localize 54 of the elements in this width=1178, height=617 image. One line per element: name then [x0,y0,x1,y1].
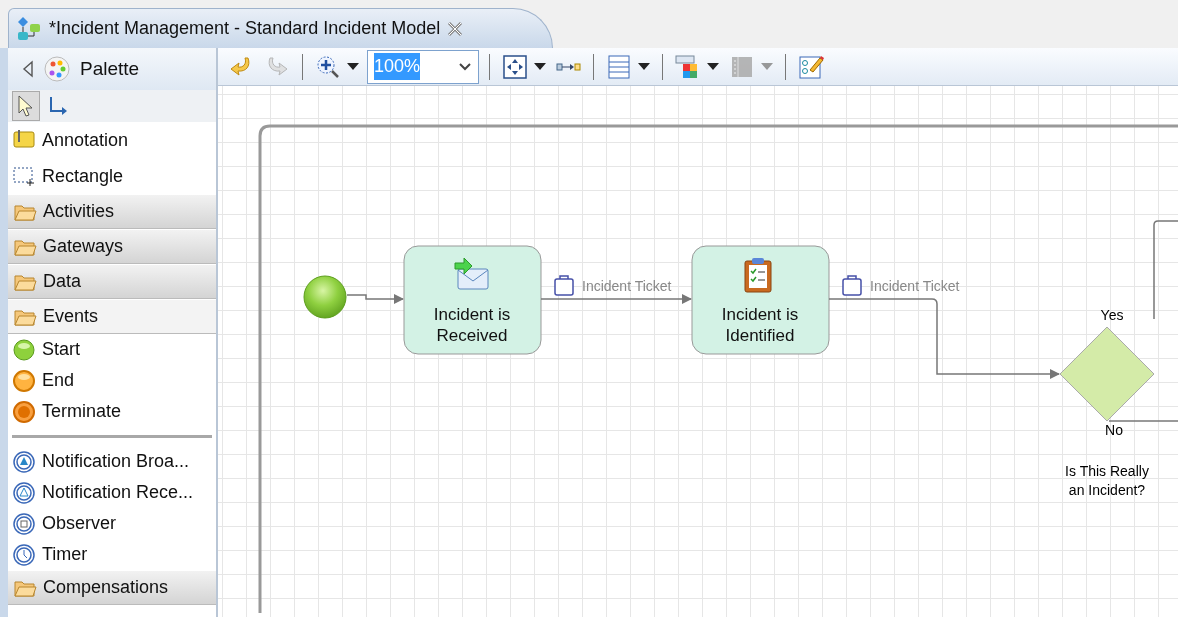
start-event[interactable] [303,275,347,319]
sequence-flow[interactable] [1153,220,1178,320]
sequence-flow[interactable] [346,294,404,304]
task-box[interactable] [403,245,542,355]
chevron-icon [458,61,472,72]
palette-drawer[interactable]: Compensations [8,570,216,605]
select-tool[interactable] [12,91,40,121]
fit-icon [502,53,528,80]
palette-drawer[interactable]: Gateways [8,229,216,264]
rectangle-icon [12,164,36,188]
item-label: Start [42,338,80,361]
zoom-in-icon [315,53,341,80]
terminate-event-icon [12,399,36,424]
diagram-icon [15,14,43,43]
gateway-name: Is This Really an Incident? [1065,463,1149,498]
clipboard-icon [744,258,772,293]
item-label: End [42,369,75,392]
data-object-icon [842,275,862,296]
item-label: Terminate [42,400,122,423]
receive-event-icon [12,480,36,505]
palette-icon [44,56,70,82]
data-label: Incident Ticket [870,278,960,294]
close-icon[interactable] [446,19,465,38]
palette-drawer[interactable]: Events [8,299,216,334]
item-label: Annotation [42,128,129,152]
palette-drawer[interactable]: Activities [8,194,216,229]
palette-drawer[interactable]: Data [8,264,216,299]
item-label: Observer [42,512,117,535]
connector-icon [556,60,581,73]
connector-arrow-icon [48,95,68,117]
start-event-icon [12,337,36,362]
broadcast-event-icon [12,449,36,474]
list-icon [606,53,632,80]
task-name: Incident is Identified [721,305,799,345]
task-box[interactable] [691,245,830,355]
envelope-icon [454,257,489,290]
timer-event-icon [12,542,36,567]
item-label: Notification Rece... [42,481,194,504]
gateway[interactable] [1059,326,1155,422]
item-label: Timer [42,543,88,566]
observer-event-icon [12,511,36,536]
data-label: Incident Ticket [582,278,672,294]
end-event-icon [12,368,36,393]
properties-icon [798,53,824,80]
no-label: No [1105,422,1123,438]
sequence-flow[interactable] [540,294,692,304]
pointer-icon [17,95,35,117]
item-label: Notification Broa... [42,450,190,473]
task-name: Incident is Received [433,305,511,345]
palette-title: Palette [80,56,140,81]
item-label: Rectangle [42,164,124,188]
yes-label: Yes [1100,307,1124,323]
data-object-icon [554,275,574,296]
collapse-icon [22,60,34,78]
